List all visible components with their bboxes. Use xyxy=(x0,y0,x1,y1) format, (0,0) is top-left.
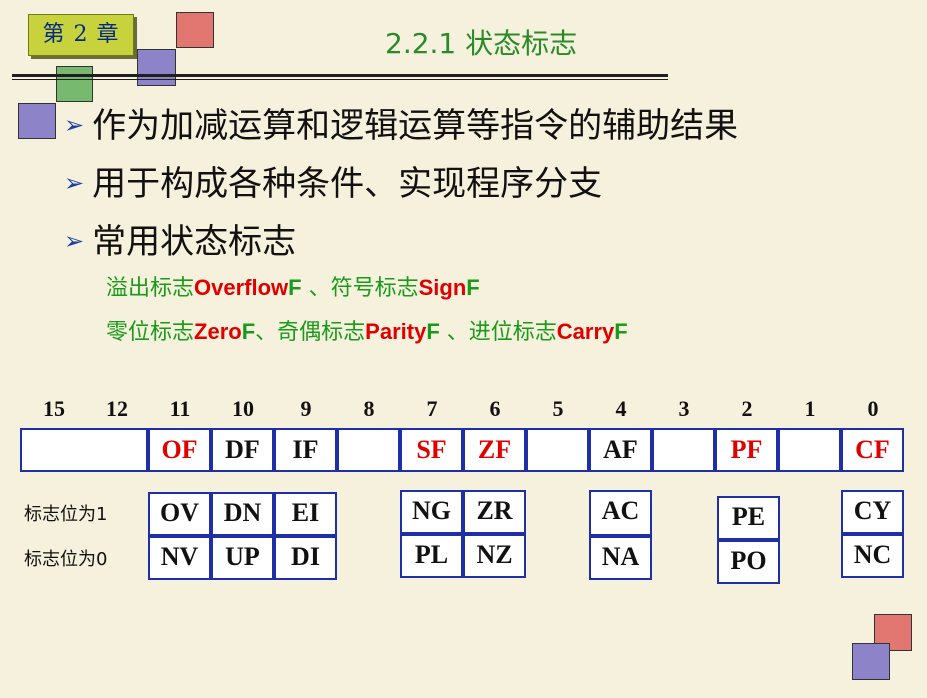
decor-square-green xyxy=(56,66,93,102)
register-cell-pf: PF xyxy=(715,428,778,472)
sub-line-2: 零位标志ZeroF、奇偶标志ParityF 、进位标志CarryF xyxy=(106,314,628,346)
flag0-of: NV xyxy=(148,536,211,580)
register-cell-bit5 xyxy=(526,428,589,472)
header-rule-thin xyxy=(12,79,668,80)
bit-number: 4 xyxy=(615,396,627,421)
flag-suffix: F xyxy=(466,275,480,300)
flag1-af: AC xyxy=(589,490,652,536)
flag-suffix: F xyxy=(241,319,256,344)
row-label-flag0: 标志位为0 xyxy=(24,549,108,570)
flag1-sf: NG xyxy=(400,490,463,534)
flag-name: Zero xyxy=(194,319,242,344)
flag1-cf: CY xyxy=(841,490,904,534)
page-title: 2.2.1 状态标志 xyxy=(385,27,578,60)
flag1-of: OV xyxy=(148,492,211,536)
flag-name: Overflow xyxy=(194,275,289,300)
bit-number: 5 xyxy=(552,396,564,421)
register-cell-if: IF xyxy=(274,428,337,472)
bit-number: 2 xyxy=(741,396,753,421)
flag1-zf: ZR xyxy=(463,490,526,534)
register-cell-of: OF xyxy=(148,428,211,472)
bit-number: 1 xyxy=(804,396,816,421)
sub-text: 、符号标志 xyxy=(301,276,419,301)
flag1-if: EI xyxy=(274,492,337,536)
sub-line-1: 溢出标志OverflowF 、符号标志SignF xyxy=(106,270,480,302)
flag0-sf: PL xyxy=(400,534,463,578)
sub-text: 溢出标志 xyxy=(106,276,195,301)
bit-number: 11 xyxy=(169,396,191,421)
flag-suffix: F xyxy=(288,275,302,300)
bullet-arrow-icon: ➢ xyxy=(64,227,85,255)
sub-text: 零位标志 xyxy=(106,320,195,345)
register-cell-reserved xyxy=(20,428,148,472)
bullet-text: 作为加减运算和逻辑运算等指令的辅助结果 xyxy=(92,106,739,146)
bullet-2: ➢ 用于构成各种条件、实现程序分支 xyxy=(64,156,602,205)
bit-number: 10 xyxy=(232,396,254,421)
flag1-pf: PE xyxy=(717,496,780,540)
bit-number: 0 xyxy=(867,396,879,421)
register-cell-af: AF xyxy=(589,428,652,472)
bit-number: 3 xyxy=(678,396,690,421)
bullet-arrow-icon: ➢ xyxy=(64,169,85,197)
flag0-cf: NC xyxy=(841,534,904,578)
bullet-text: 常用状态标志 xyxy=(92,222,297,262)
sub-text: 、进位标志 xyxy=(439,320,557,345)
bullet-arrow-icon: ➢ xyxy=(64,111,85,139)
flag0-af: NA xyxy=(589,536,652,580)
flag1-df: DN xyxy=(211,492,274,536)
flag0-pf: PO xyxy=(717,540,780,584)
bullet-text: 用于构成各种条件、实现程序分支 xyxy=(92,164,603,204)
decor-square-blue-2 xyxy=(18,103,56,139)
register-cell-sf: SF xyxy=(400,428,463,472)
decor-square-blue-bottom xyxy=(852,643,890,680)
bit-number: 8 xyxy=(363,396,375,421)
register-cell-bit3 xyxy=(652,428,715,472)
flag-name: Carry xyxy=(556,319,615,344)
flag0-if: DI xyxy=(274,536,337,580)
bit-number: 12 xyxy=(106,396,128,421)
register-cell-bit8 xyxy=(337,428,400,472)
decor-square-blue xyxy=(137,49,176,86)
flag0-zf: NZ xyxy=(463,534,526,578)
flag-name: Sign xyxy=(418,275,467,300)
bullet-3: ➢ 常用状态标志 xyxy=(64,214,296,263)
decor-square-red xyxy=(176,12,214,48)
register-cell-cf: CF xyxy=(841,428,904,472)
flag-name: Parity xyxy=(365,319,427,344)
chapter-badge: 第 2 章 xyxy=(28,14,134,56)
bit-number: 6 xyxy=(489,396,501,421)
register-cell-df: DF xyxy=(211,428,274,472)
flag-suffix: F xyxy=(426,319,440,344)
bit-number: 7 xyxy=(426,396,438,421)
register-cell-zf: ZF xyxy=(463,428,526,472)
header-rule xyxy=(12,74,668,77)
register-cell-bit1 xyxy=(778,428,841,472)
flag-suffix: F xyxy=(614,319,628,344)
bullet-1: ➢ 作为加减运算和逻辑运算等指令的辅助结果 xyxy=(64,98,738,147)
sub-text: 、奇偶标志 xyxy=(255,320,366,345)
bit-number: 15 xyxy=(43,396,65,421)
bit-number: 9 xyxy=(300,396,312,421)
flag0-df: UP xyxy=(211,536,274,580)
row-label-flag1: 标志位为1 xyxy=(24,504,108,525)
